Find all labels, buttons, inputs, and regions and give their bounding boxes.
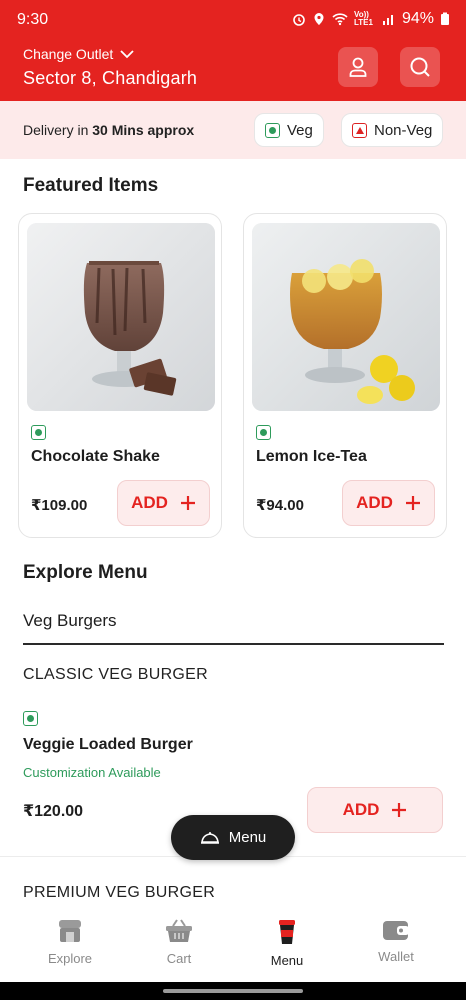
- featured-card[interactable]: Chocolate Shake ₹109.00 ADD: [18, 213, 222, 538]
- customization-note: Customization Available: [23, 765, 161, 780]
- add-button[interactable]: ADD: [117, 480, 210, 526]
- nonveg-filter[interactable]: Non-Veg: [341, 113, 444, 147]
- change-outlet[interactable]: Change Outlet: [23, 46, 197, 62]
- nav-label: Explore: [47, 951, 93, 966]
- wallet-icon: [383, 921, 409, 940]
- veg-indicator-icon: [23, 711, 38, 726]
- featured-card[interactable]: Lemon Ice-Tea ₹94.00 ADD: [243, 213, 447, 538]
- nav-label: Menu: [270, 953, 304, 968]
- add-button[interactable]: ADD: [342, 480, 435, 526]
- category-underline: [23, 643, 444, 645]
- nav-label: Cart: [166, 951, 192, 966]
- profile-button[interactable]: [338, 47, 378, 87]
- wifi-icon: [332, 13, 348, 26]
- status-icons: Vo)) LTE1 94%: [292, 10, 450, 28]
- eta-value: 30 Mins approx: [92, 122, 195, 138]
- plus-icon: [180, 496, 195, 510]
- nav-wallet[interactable]: Wallet: [338, 919, 454, 964]
- veg-filter-label: Veg: [287, 121, 313, 139]
- nonveg-filter-label: Non-Veg: [374, 121, 433, 139]
- cup-icon: [279, 920, 295, 944]
- veg-icon: [265, 122, 280, 138]
- nav-label: Wallet: [378, 949, 414, 964]
- explore-title: Explore Menu: [23, 562, 148, 583]
- add-button[interactable]: ADD: [307, 787, 443, 833]
- delivery-eta: Delivery in 30 Mins approx: [23, 122, 195, 138]
- outlet-selector[interactable]: Change Outlet Sector 8, Chandigarh: [23, 46, 197, 89]
- chocolate-shake-image: [27, 223, 215, 411]
- menu-item-price: ₹120.00: [23, 803, 84, 820]
- add-label: ADD: [131, 493, 168, 512]
- item-price: ₹109.00: [31, 497, 88, 514]
- floating-menu-label: Menu: [228, 829, 267, 846]
- status-time: 9:30: [17, 11, 49, 28]
- plus-icon: [405, 496, 420, 510]
- home-indicator[interactable]: [163, 989, 303, 993]
- basket-icon: [166, 919, 192, 942]
- location-icon: [314, 13, 324, 25]
- plus-icon: [392, 803, 407, 817]
- nav-explore[interactable]: Explore: [12, 919, 128, 966]
- featured-title: Featured Items: [23, 175, 159, 196]
- bottom-nav: Explore Cart Menu Wallet: [0, 905, 466, 982]
- floating-menu-button[interactable]: Menu: [171, 815, 295, 860]
- nav-cart[interactable]: Cart: [121, 919, 237, 966]
- veg-indicator-icon: [256, 425, 271, 440]
- search-button[interactable]: [400, 47, 440, 87]
- subcategory-heading: CLASSIC VEG BURGER: [23, 666, 209, 683]
- item-name: Lemon Ice-Tea: [256, 448, 367, 465]
- add-label: ADD: [356, 493, 393, 512]
- status-bar: 9:30 Vo)) LTE1 94%: [0, 0, 466, 40]
- signal-icon: [382, 15, 393, 25]
- lemon-ice-tea-image: [252, 223, 440, 411]
- store-icon: [59, 920, 81, 942]
- gesture-bar: [0, 982, 466, 1000]
- chevron-down-icon: [120, 50, 134, 59]
- user-icon: [349, 57, 367, 77]
- nonveg-icon: [352, 122, 367, 138]
- network-label: Vo)) LTE1: [353, 10, 373, 27]
- category-tab-veg-burgers[interactable]: Veg Burgers: [23, 611, 117, 631]
- battery-icon: [441, 12, 449, 25]
- nav-menu[interactable]: Menu: [229, 919, 345, 968]
- menu-item-name: Veggie Loaded Burger: [23, 736, 193, 753]
- item-name: Chocolate Shake: [31, 448, 160, 465]
- item-price: ₹94.00: [256, 497, 304, 514]
- add-label: ADD: [342, 800, 380, 819]
- alarm-icon: [293, 14, 305, 26]
- battery-percent: 94%: [401, 10, 434, 27]
- delivery-bar: Delivery in 30 Mins approx Veg Non-Veg: [0, 101, 466, 159]
- cloche-icon: [200, 831, 219, 844]
- app-header: 9:30 Vo)) LTE1 94% Change Outlet Sector …: [0, 0, 466, 101]
- veg-indicator-icon: [31, 425, 46, 440]
- outlet-location: Sector 8, Chandigarh: [23, 68, 198, 88]
- change-outlet-label: Change Outlet: [23, 46, 114, 62]
- veg-filter[interactable]: Veg: [254, 113, 324, 147]
- search-icon: [410, 57, 430, 77]
- subcategory-heading: PREMIUM VEG BURGER: [23, 884, 216, 901]
